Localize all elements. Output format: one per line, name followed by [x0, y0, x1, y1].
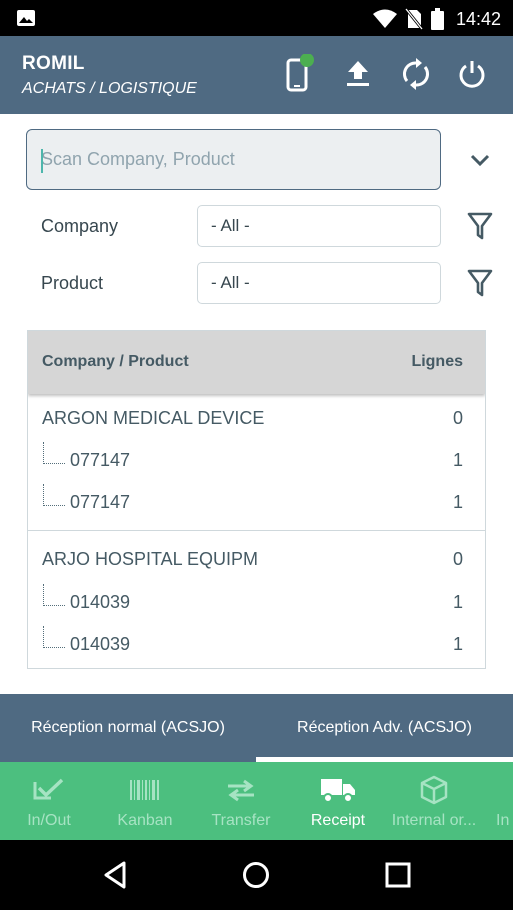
device-status-button[interactable]: [277, 54, 317, 94]
nav-item-in-out[interactable]: In/Out: [1, 762, 97, 840]
table-row[interactable]: ARJO HOSPITAL EQUIPM 0: [28, 539, 485, 581]
battery-icon: [430, 8, 444, 30]
recents-icon[interactable]: [383, 860, 413, 890]
table-group: ARGON MEDICAL DEVICE 0 077147 1 077147 1: [28, 396, 485, 530]
status-time: 14:42: [455, 8, 501, 29]
check-icon: [33, 778, 64, 800]
box-icon: [420, 775, 448, 805]
app-screen: 14:42 ROMIL ACHATS / LOGISTIQUE Scan Com…: [0, 0, 513, 910]
upload-icon: [347, 61, 369, 86]
line-count: 0: [452, 549, 463, 569]
table-header: Company / Product Lignes: [28, 331, 485, 394]
product-code: 014039: [70, 592, 131, 612]
upload-button[interactable]: [338, 54, 378, 94]
user-name: ROMIL: [22, 53, 85, 74]
image-notification-icon: [17, 10, 35, 26]
smartphone-icon: [286, 54, 314, 92]
status-icons: 14:42: [372, 6, 501, 32]
system-navigation-bar: [0, 840, 513, 910]
scan-box: [26, 129, 441, 190]
product-code: 077147: [70, 450, 131, 470]
nav-item-transfer[interactable]: Transfer: [193, 762, 289, 840]
tab-reception-adv[interactable]: Réception Adv. (ACSJO): [256, 694, 513, 762]
app-header: ROMIL ACHATS / LOGISTIQUE: [0, 36, 513, 114]
column-header-company-product: Company / Product: [42, 353, 189, 370]
nav-label: Internal or...: [391, 812, 477, 829]
barcode-icon: [130, 780, 159, 800]
tab-reception-normal[interactable]: Réception normal (ACSJO): [0, 694, 256, 762]
nav-item-receipt[interactable]: Receipt: [290, 762, 386, 840]
filter-icon[interactable]: [466, 268, 494, 298]
company-filter-select[interactable]: - All -: [197, 205, 441, 247]
tree-connector-icon: [43, 584, 65, 606]
company-filter-label: Company: [41, 216, 119, 236]
sync-button[interactable]: [396, 54, 436, 94]
text-cursor: [41, 149, 43, 173]
power-button[interactable]: [452, 54, 492, 94]
product-code: 077147: [70, 492, 131, 512]
truck-icon: [321, 779, 355, 803]
table-row[interactable]: 077147 1: [28, 482, 485, 524]
sync-icon: [402, 58, 430, 90]
table-row[interactable]: 014039 1: [28, 582, 485, 624]
nav-item-internal-orders[interactable]: Internal or...: [386, 762, 482, 840]
nav-label: Kanban: [117, 812, 173, 829]
table-row[interactable]: ARGON MEDICAL DEVICE 0: [28, 398, 485, 440]
back-icon[interactable]: [100, 860, 130, 890]
table-row[interactable]: 077147 1: [28, 440, 485, 482]
receipt-table: Company / Product Lignes ARGON MEDICAL D…: [27, 330, 486, 669]
line-count: 0: [452, 408, 463, 428]
table-group: ARJO HOSPITAL EQUIPM 0 014039 1 014039 1: [28, 530, 485, 668]
wifi-icon: [372, 9, 397, 28]
line-count: 1: [452, 450, 463, 470]
nav-label: In/Out: [27, 812, 71, 829]
receipt-content: Company - All - Product - All - Company …: [0, 114, 513, 694]
scan-input[interactable]: [27, 130, 440, 189]
line-count: 1: [452, 492, 463, 512]
transfer-icon: [228, 779, 254, 802]
product-filter-label: Product: [41, 273, 104, 293]
bottom-navigation: In/Out Kanban Transfer Receipt Internal …: [0, 762, 513, 840]
column-header-lignes: Lignes: [411, 353, 463, 370]
nav-item-kanban[interactable]: Kanban: [97, 762, 193, 840]
chevron-down-icon[interactable]: [466, 146, 494, 174]
receipt-tabs: Réception normal (ACSJO) Réception Adv. …: [0, 694, 513, 762]
nav-label: In: [496, 812, 510, 829]
power-icon: [459, 61, 485, 88]
tree-connector-icon: [43, 484, 65, 506]
user-role: ACHATS / LOGISTIQUE: [22, 80, 197, 97]
product-filter-select[interactable]: - All -: [197, 262, 441, 304]
tree-connector-icon: [43, 442, 65, 464]
table-row[interactable]: 014039 1: [28, 624, 485, 666]
nav-item-more[interactable]: In: [482, 762, 513, 840]
filter-icon[interactable]: [466, 211, 494, 241]
line-count: 1: [452, 634, 463, 654]
tree-connector-icon: [43, 626, 65, 648]
status-bar: 14:42: [0, 0, 513, 36]
nav-label: Receipt: [310, 812, 366, 829]
company-name: ARGON MEDICAL DEVICE: [42, 408, 265, 428]
nav-label: Transfer: [211, 812, 271, 829]
home-icon[interactable]: [241, 860, 271, 890]
company-name: ARJO HOSPITAL EQUIPM: [42, 549, 259, 569]
product-code: 014039: [70, 634, 131, 654]
no-sim-icon: [404, 8, 423, 30]
line-count: 1: [452, 592, 463, 612]
